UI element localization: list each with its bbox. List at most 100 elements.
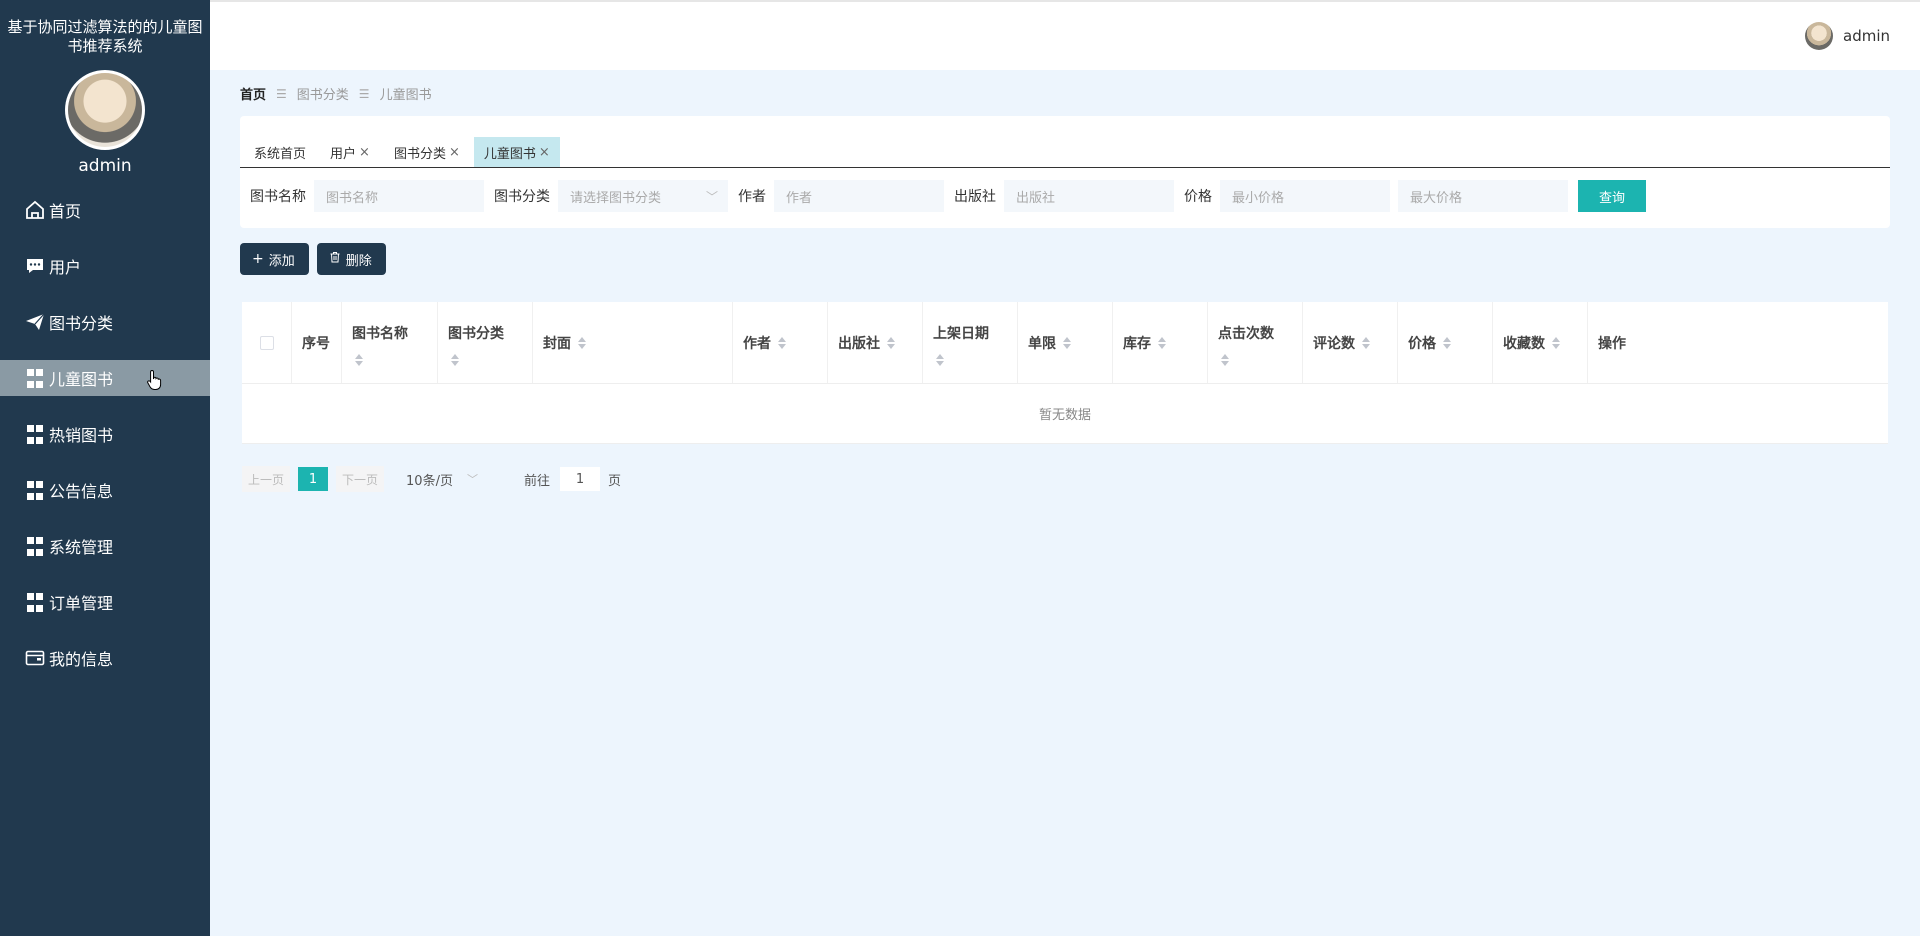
sidebar: 基于协同过滤算法的的儿童图书推荐系统 admin 首页 用户 图书分类 儿童图书 (0, 0, 210, 936)
col-label: 价格 (1408, 335, 1436, 352)
min-price-input[interactable]: 最小价格 (1220, 180, 1390, 212)
sidebar-username: admin (78, 156, 132, 176)
col-index: 序号 (292, 302, 342, 383)
publisher-label: 出版社 (954, 189, 996, 205)
paper-plane-icon (24, 311, 46, 333)
col-stock[interactable]: 库存 (1113, 302, 1208, 383)
user-menu[interactable]: admin (1805, 22, 1890, 50)
sidebar-item-label: 首页 (49, 202, 82, 221)
tab-label: 用户 (330, 146, 357, 162)
home-icon (24, 199, 46, 221)
add-button[interactable]: + 添加 (240, 243, 309, 275)
breadcrumb-home[interactable]: 首页 (240, 84, 266, 103)
avatar[interactable] (65, 70, 145, 150)
col-publisher[interactable]: 出版社 (828, 302, 923, 383)
col-clicks[interactable]: 点击次数 (1208, 302, 1303, 383)
grid-icon (24, 535, 46, 557)
grid-icon (24, 591, 46, 613)
sidebar-item-my-info[interactable]: 我的信息 (0, 640, 210, 676)
col-category[interactable]: 图书分类 (438, 302, 533, 383)
col-book-name[interactable]: 图书名称 (342, 302, 438, 383)
col-actions: 操作 (1588, 302, 1888, 383)
col-cover[interactable]: 封面 (533, 302, 733, 383)
goto-page-input[interactable]: 1 (560, 467, 601, 491)
sidebar-item-label: 儿童图书 (49, 370, 114, 389)
sort-icon[interactable] (935, 353, 945, 367)
close-icon[interactable]: × (449, 145, 460, 160)
sidebar-item-label: 公告信息 (49, 482, 114, 501)
breadcrumb-item: 儿童图书 (379, 88, 432, 103)
col-label: 单限 (1028, 335, 1056, 352)
sidebar-item-label: 系统管理 (49, 538, 114, 557)
sort-icon[interactable] (354, 353, 364, 367)
page-unit-label: 页 (608, 473, 622, 489)
book-name-label: 图书名称 (250, 189, 306, 205)
sort-icon[interactable] (1361, 336, 1371, 350)
sort-icon[interactable] (777, 336, 787, 350)
max-price-input[interactable]: 最大价格 (1398, 180, 1568, 212)
sidebar-item-label: 用户 (49, 258, 82, 277)
col-favorites[interactable]: 收藏数 (1493, 302, 1588, 383)
hand-cursor-icon (147, 369, 162, 390)
book-name-input[interactable]: 图书名称 (314, 180, 484, 212)
tab-children-books[interactable]: 儿童图书 × (473, 137, 560, 167)
col-limit[interactable]: 单限 (1018, 302, 1113, 383)
sort-icon[interactable] (1220, 353, 1230, 367)
menu-separator-icon: ☰ (276, 86, 287, 101)
publisher-input[interactable]: 出版社 (1004, 180, 1174, 212)
books-table: 序号 图书名称 图书分类 封面 作者 出版社 上架日期 单限 库存 点击次数 评… (242, 302, 1888, 444)
page-size-select[interactable]: 10条/页 ﹀ (406, 470, 506, 489)
sort-icon[interactable] (886, 336, 896, 350)
sidebar-item-hot-books[interactable]: 热销图书 (0, 416, 210, 452)
tab-label: 系统首页 (254, 146, 307, 162)
category-label: 图书分类 (494, 189, 550, 205)
select-all-checkbox[interactable] (259, 335, 274, 350)
col-label: 作者 (743, 335, 771, 352)
author-input[interactable]: 作者 (774, 180, 944, 212)
sidebar-item-home[interactable]: 首页 (0, 192, 210, 228)
sort-icon[interactable] (1157, 336, 1167, 350)
category-select[interactable]: 请选择图书分类 ﹀ (558, 180, 728, 212)
prev-page-button[interactable]: 上一页 (242, 466, 291, 492)
avatar (1805, 22, 1833, 50)
sort-icon[interactable] (1442, 336, 1452, 350)
sidebar-item-order-management[interactable]: 订单管理 (0, 584, 210, 620)
sidebar-item-label: 图书分类 (49, 314, 114, 333)
sidebar-item-book-category[interactable]: 图书分类 (0, 304, 210, 340)
sidebar-item-label: 热销图书 (49, 426, 114, 445)
col-author[interactable]: 作者 (733, 302, 828, 383)
close-icon[interactable]: × (359, 145, 370, 160)
col-price[interactable]: 价格 (1398, 302, 1493, 383)
wallet-icon (24, 647, 46, 669)
category-placeholder: 请选择图书分类 (570, 190, 662, 206)
next-page-button[interactable]: 下一页 (336, 466, 385, 492)
sidebar-item-announcements[interactable]: 公告信息 (0, 472, 210, 508)
close-icon[interactable]: × (539, 145, 550, 160)
plus-icon: + (252, 251, 264, 267)
col-label: 图书分类 (448, 325, 504, 342)
delete-label: 删除 (345, 253, 372, 269)
col-label: 图书名称 (352, 325, 408, 342)
delete-button[interactable]: 删除 (316, 243, 386, 275)
sort-icon[interactable] (450, 353, 460, 367)
page-number-current[interactable]: 1 (298, 467, 329, 491)
price-label: 价格 (1184, 189, 1212, 205)
col-listing-date[interactable]: 上架日期 (923, 302, 1018, 383)
tab-users[interactable]: 用户 × (320, 137, 380, 167)
breadcrumb-item[interactable]: 图书分类 (297, 84, 349, 103)
avatar-image (68, 73, 142, 147)
sidebar-item-users[interactable]: 用户 (0, 248, 210, 284)
sort-icon[interactable] (1062, 336, 1072, 350)
sidebar-item-system-management[interactable]: 系统管理 (0, 528, 210, 564)
tab-label: 儿童图书 (483, 146, 536, 162)
query-button[interactable]: 查询 (1578, 180, 1646, 212)
sort-icon[interactable] (1551, 336, 1561, 350)
col-label: 库存 (1123, 335, 1151, 352)
tab-system-home[interactable]: 系统首页 (244, 137, 316, 167)
col-comments[interactable]: 评论数 (1303, 302, 1398, 383)
tab-book-category[interactable]: 图书分类 × (384, 137, 470, 167)
sidebar-item-children-books[interactable]: 儿童图书 (0, 360, 210, 396)
tab-label: 图书分类 (393, 146, 446, 162)
author-label: 作者 (738, 189, 766, 205)
sort-icon[interactable] (577, 336, 587, 350)
